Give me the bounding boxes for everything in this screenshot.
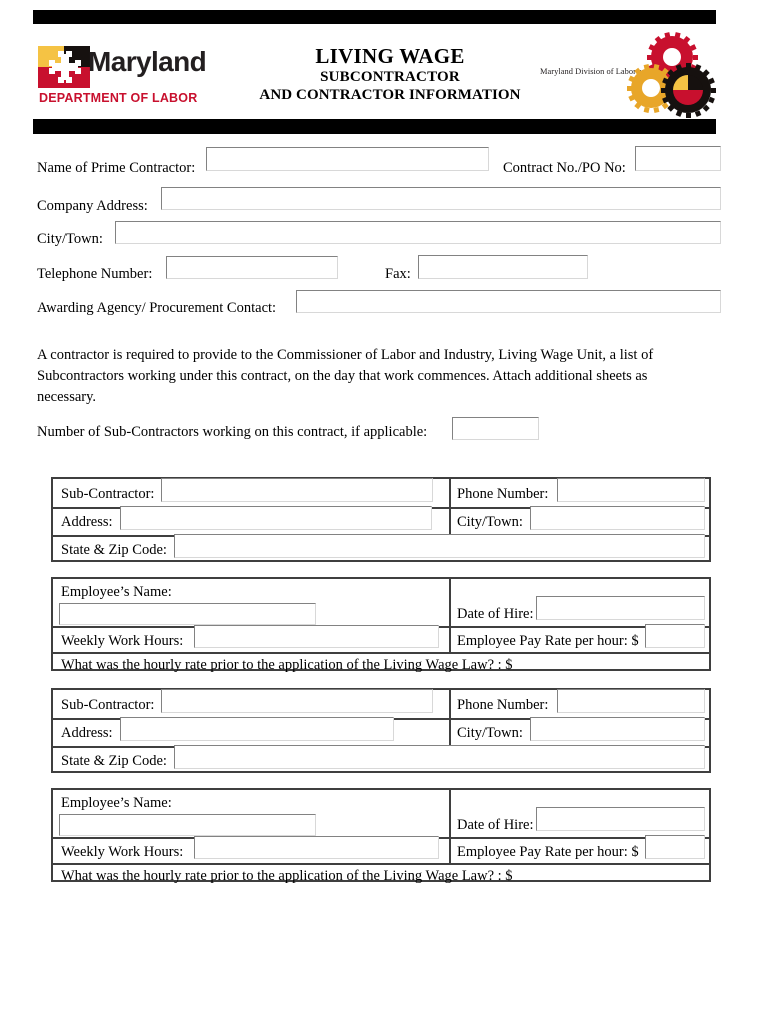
fax-input[interactable] [418,255,588,279]
sub-city-input-2[interactable] [530,717,705,741]
sub-statezip-label-1: State & Zip Code: [61,542,167,558]
pay-rate-label-1: Employee Pay Rate per hour: $ [457,633,639,649]
logo-wordmark: Maryland [88,46,207,77]
employee-block-1: Employee’s Name: Date of Hire: Weekly Wo… [51,577,711,673]
pay-rate-input-1[interactable] [645,624,705,648]
prime-contractor-input[interactable] [206,147,489,171]
sub-count-label: Number of Sub-Contractors working on thi… [37,424,428,440]
awarding-agency-label: Awarding Agency/ Procurement Contact: [37,300,277,316]
company-address-input[interactable] [161,187,721,210]
weekly-hours-input-1[interactable] [194,625,439,648]
sub-statezip-label-2: State & Zip Code: [61,753,167,769]
sub-contractor-label-2: Sub-Contractor: [61,697,155,713]
pay-rate-input-2[interactable] [645,835,705,859]
pay-rate-label-2: Employee Pay Rate per hour: $ [457,844,639,860]
subcontractor-block-1: Sub-Contractor: Phone Number: Address: C… [51,477,711,562]
weekly-hours-input-2[interactable] [194,836,439,859]
employee-block-2: Employee’s Name: Date of Hire: Weekly Wo… [51,788,711,884]
telephone-label: Telephone Number: [37,266,153,282]
date-of-hire-input-2[interactable] [536,807,705,831]
contract-no-label: Contract No./PO No: [503,160,626,176]
sub-address-input-2[interactable] [120,717,394,741]
sub-phone-label-2: Phone Number: [457,697,549,713]
sub-phone-input-1[interactable] [557,478,705,502]
maryland-dol-logo: Maryland DEPARTMENT OF LABOR [38,46,228,108]
employee-name-label-2: Employee’s Name: [61,795,172,811]
city-town-input[interactable] [115,221,721,244]
sub-city-label-1: City/Town: [457,514,523,530]
gear-black-flag-icon [660,62,716,118]
form-header: Maryland DEPARTMENT OF LABOR LIVING WAGE… [0,31,770,118]
sub-contractor-input-2[interactable] [161,689,433,713]
maryland-flag-icon [38,46,90,88]
sub-address-label-2: Address: [61,725,113,741]
notice-paragraph: A contractor is required to provide to t… [37,347,654,405]
division-logo: Maryland Division of Labor and Industry [537,31,727,118]
prior-rate-label-2: What was the hourly rate prior to the ap… [61,868,513,884]
date-of-hire-input-1[interactable] [536,596,705,620]
sub-statezip-input-2[interactable] [174,745,705,769]
contract-no-input[interactable] [635,146,721,171]
gears-icon [626,31,721,118]
sub-contractor-input-1[interactable] [161,478,433,502]
title-line-1: LIVING WAGE [315,44,465,68]
date-of-hire-label-1: Date of Hire: [457,606,534,622]
header-bottom-rule [33,119,716,134]
employee-name-input-1[interactable] [59,603,316,625]
header-top-rule [33,10,716,24]
employee-name-label-1: Employee’s Name: [61,584,172,600]
sub-phone-input-2[interactable] [557,689,705,713]
weekly-hours-label-2: Weekly Work Hours: [61,844,184,860]
prime-contractor-label: Name of Prime Contractor: [37,160,196,176]
sub-count-input[interactable] [452,417,539,440]
sub-address-input-1[interactable] [120,506,432,530]
subcontractor-block-2: Sub-Contractor: Phone Number: Address: C… [51,688,711,773]
title-line-3: AND CONTRACTOR INFORMATION [259,87,521,104]
logo-department-text: DEPARTMENT OF LABOR [39,91,198,105]
sub-address-label-1: Address: [61,514,113,530]
sub-city-label-2: City/Town: [457,725,523,741]
sub-statezip-input-1[interactable] [174,534,705,558]
city-town-label: City/Town: [37,231,103,247]
sub-city-input-1[interactable] [530,506,705,530]
title-line-2: SUBCONTRACTOR [320,69,460,86]
company-address-label: Company Address: [37,198,148,214]
date-of-hire-label-2: Date of Hire: [457,817,534,833]
sub-contractor-label-1: Sub-Contractor: [61,486,155,502]
weekly-hours-label-1: Weekly Work Hours: [61,633,184,649]
telephone-input[interactable] [166,256,338,279]
sub-phone-label-1: Phone Number: [457,486,549,502]
fax-label: Fax: [385,266,411,282]
form-title: LIVING WAGE SUBCONTRACTOR AND CONTRACTOR… [235,44,545,105]
prior-rate-label-1: What was the hourly rate prior to the ap… [61,657,513,673]
awarding-agency-input[interactable] [296,290,721,313]
employee-name-input-2[interactable] [59,814,316,836]
cross-bottony-icon [49,51,81,83]
